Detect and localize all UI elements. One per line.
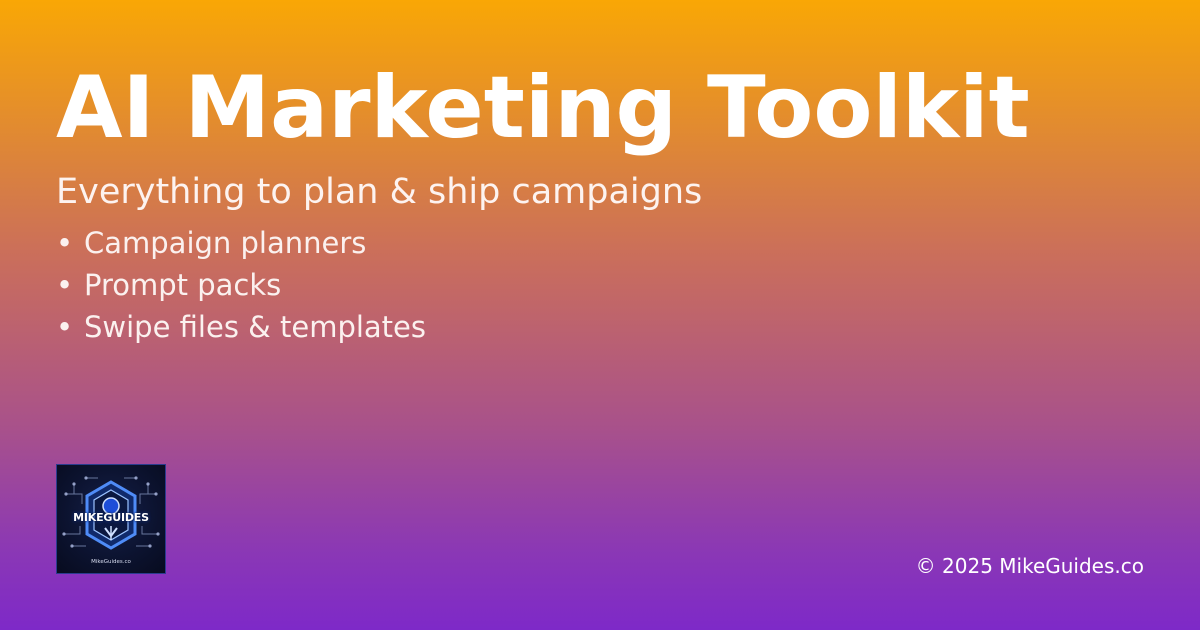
brand-logo: MIKEGUIDES MikeGuides.co xyxy=(56,464,166,574)
subtitle: Everything to plan & ship campaigns xyxy=(56,172,703,212)
logo-url: MikeGuides.co xyxy=(91,559,131,565)
logo-wordmark: MIKEGUIDES xyxy=(73,511,149,524)
bullet-icon: • xyxy=(56,310,74,344)
feature-label: Prompt packs xyxy=(84,268,282,302)
page-title: AI Marketing Toolkit xyxy=(56,58,1030,158)
feature-label: Campaign planners xyxy=(84,226,367,260)
feature-item: • Campaign planners xyxy=(56,222,426,264)
feature-item: • Prompt packs xyxy=(56,264,426,306)
feature-list: • Campaign planners • Prompt packs • Swipe … xyxy=(56,222,426,348)
feature-label: Swipe files & templates xyxy=(84,310,426,344)
feature-item: • Swipe files & templates xyxy=(56,306,426,348)
bullet-icon: • xyxy=(56,226,74,260)
bullet-icon: • xyxy=(56,268,74,302)
copyright-text: © 2025 MikeGuides.co xyxy=(915,554,1144,578)
